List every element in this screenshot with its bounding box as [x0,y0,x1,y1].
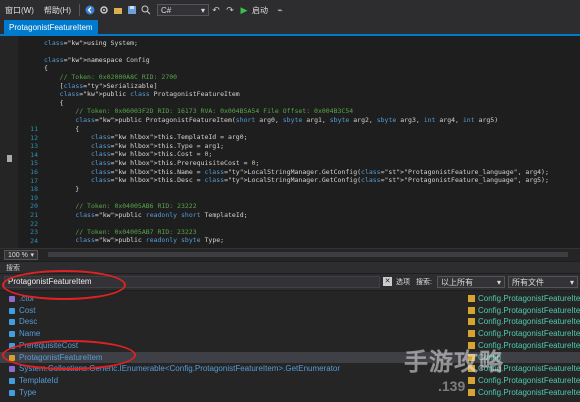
result-label: Name [19,329,41,339]
result-row[interactable]: Desc Config.ProtagonistFeatureItem [0,316,580,327]
line-number: 19 [30,193,38,202]
line-number: 23 [30,228,38,237]
line-number: 17 [30,176,38,185]
clear-search-icon[interactable]: ✕ [383,277,392,286]
open-file-icon[interactable] [112,4,124,16]
field-icon [9,331,15,338]
tab-title: ProtagonistFeatureItem [9,22,93,32]
tab-protagonist-feature-item[interactable]: ProtagonistFeatureItem [4,20,98,34]
chevron-down-icon: ▾ [200,5,205,15]
chevron-down-icon: ▾ [569,277,574,287]
zoom-select[interactable]: 100 % ▾ [4,250,38,260]
document-tab-row: ProtagonistFeatureItem [0,20,580,36]
watermark-logo: 手游攻略 [404,349,504,376]
result-row[interactable]: Type Config.ProtagonistFeatureItem [0,387,580,398]
link-icon[interactable]: ⌁ [274,4,286,16]
namespace-icon [468,295,475,302]
namespace-icon [468,376,475,384]
file-filter-value: 所有文件 [512,277,544,287]
code-line: class="kw">using System; [44,38,138,47]
line-number: 22 [30,219,38,228]
line-number: 11 [30,125,38,133]
horizontal-scrollbar[interactable] [48,252,568,257]
line-number: 14 [30,150,38,159]
namespace-icon [468,330,475,338]
result-location: Config.ProtagonistFeatureItem [468,305,580,316]
namespace-icon [468,306,475,314]
watermark-sub: .139 [438,378,466,394]
search-scope-label: 搜索: [416,279,432,286]
code-editor[interactable]: 11 12 13 14 15 16 17 18 19 20 21 22 23 24 class="kw">… [0,36,580,248]
line-number: 21 [30,211,38,219]
result-location: Config.ProtagonistFeatureItem [468,328,580,339]
line-number: 13 [30,142,38,151]
code-line: } [44,184,80,193]
chevron-down-icon: ▾ [496,277,501,287]
namespace-icon [468,388,475,396]
result-location-text: Config.ProtagonistFeatureItem [478,375,580,385]
search-icon[interactable] [140,4,152,16]
code-line: class="kw hlbox">this.Desc = class="ty">… [90,176,549,185]
result-location-text: Config.ProtagonistFeatureItem [478,294,580,303]
result-location: Config.ProtagonistFeatureItem [468,387,580,398]
undo-icon[interactable]: ↶ [210,4,222,16]
code-line: class="kw">public class ProtagonistFeatu… [59,90,240,99]
result-location-text: Config.ProtagonistFeatureItem [478,317,580,327]
code-line: class="kw">public readonly sbyte Type; [75,236,225,245]
search-panel-title: 搜索 [6,264,20,272]
search-scope-select[interactable]: 以上所有 ▾ [437,276,505,288]
line-number-gutter: 11 12 13 14 15 16 17 18 19 20 21 22 23 24 [18,36,40,248]
result-label: TemplateId [19,375,59,385]
chevron-down-icon: ▾ [30,252,34,259]
code-line: class="kw">public ProtagonistFeatureItem… [75,115,499,124]
file-filter-select[interactable]: 所有文件 ▾ [508,276,578,288]
annotation-circle-search [2,270,126,300]
toolbar-separator [79,4,80,16]
redo-icon[interactable]: ↷ [224,4,236,16]
play-icon[interactable]: ▶ [238,4,250,16]
result-label: Cost [19,305,36,315]
line-number: 24 [30,236,38,245]
annotation-circle-result [2,340,136,370]
field-icon [9,377,15,384]
language-select-value: C# [161,5,172,15]
field-icon [9,319,15,326]
code-line: class="kw">public readonly short Templat… [75,210,248,219]
menu-toolbar: 窗口(W) 帮助(H) C# ▾ ↶ ↷ ▶ 启动 ⌁ [0,0,580,20]
result-location-text: Config.ProtagonistFeatureItem [478,305,580,315]
language-select[interactable]: C# ▾ [157,4,209,16]
method-icon [9,366,15,373]
line-number: 18 [30,185,38,194]
search-scope-value: 以上所有 [441,277,473,287]
namespace-icon [468,318,475,326]
result-label: Type [19,387,37,397]
result-location-text: Config.ProtagonistFeatureItem [478,329,580,339]
result-location: Config.ProtagonistFeatureItem [468,293,580,304]
result-label: Desc [19,317,38,327]
bookmark-icon [7,155,12,162]
result-row[interactable]: Cost Config.ProtagonistFeatureItem [0,305,580,316]
line-number: 16 [30,168,38,176]
result-location-text: Config.ProtagonistFeatureItem [478,387,580,397]
code-line: class="kw">namespace Config [44,55,150,64]
editor-status-row: 100 % ▾ [0,248,580,261]
start-button[interactable]: 启动 [251,5,273,16]
field-icon [9,389,15,396]
back-icon[interactable] [84,4,96,16]
result-location: Config.ProtagonistFeatureItem [468,316,580,327]
line-number: 12 [30,133,38,142]
line-number: 20 [30,202,38,211]
settings-icon[interactable] [98,4,110,16]
save-icon[interactable] [126,4,138,16]
field-icon [9,307,15,314]
zoom-value: 100 % [8,251,28,259]
menu-window[interactable]: 窗口(W) [0,5,39,16]
line-number: 15 [30,159,38,168]
options-label[interactable]: 选项 [396,277,410,287]
menu-help[interactable]: 帮助(H) [39,5,76,16]
method-icon [9,296,15,302]
editor-margin [0,36,18,248]
result-row[interactable]: Name Config.ProtagonistFeatureItem [0,328,580,339]
